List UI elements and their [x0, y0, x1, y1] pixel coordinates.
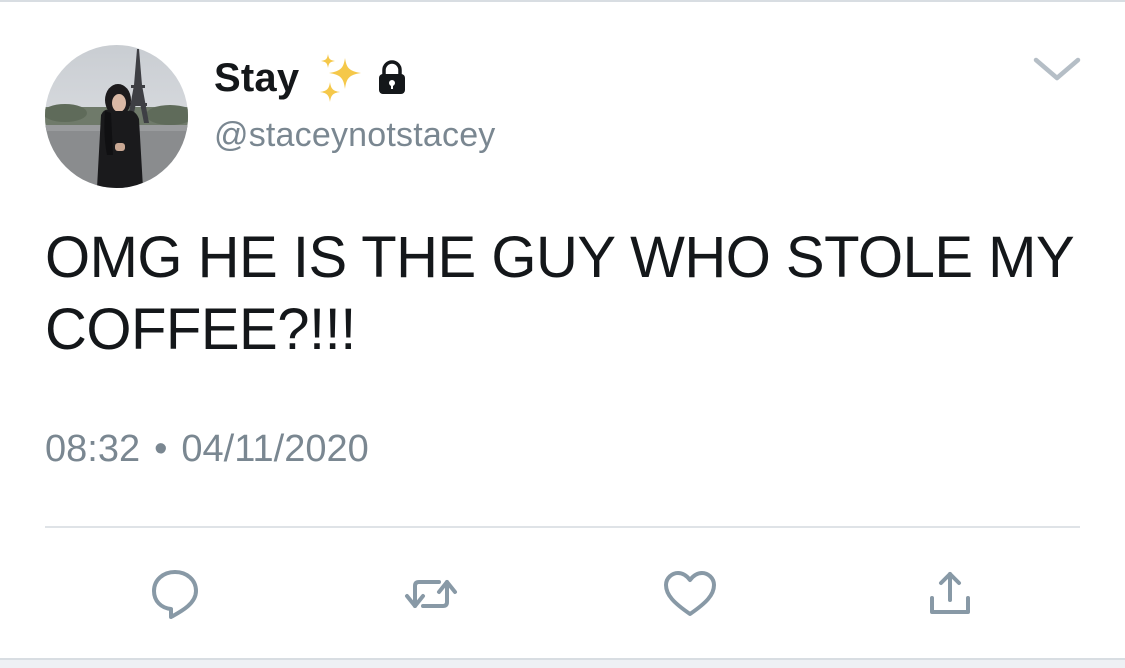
tweet-metadata: 08:32 • 04/11/2020	[45, 428, 369, 471]
lock-icon	[377, 60, 407, 96]
reply-button[interactable]	[147, 566, 203, 622]
retweet-icon	[405, 580, 457, 608]
username[interactable]: @staceynotstacey	[214, 116, 496, 155]
meta-separator: •	[154, 428, 168, 470]
tweet-time: 08:32	[45, 428, 141, 470]
like-button[interactable]	[662, 566, 718, 622]
chevron-down-icon[interactable]	[1030, 52, 1084, 86]
tweet-date: 04/11/2020	[181, 428, 369, 470]
top-border	[0, 0, 1125, 2]
heart-icon	[664, 571, 716, 616]
display-name-row: Stay	[214, 52, 407, 104]
bottom-strip	[0, 658, 1125, 668]
share-icon	[930, 572, 970, 614]
divider	[45, 526, 1080, 528]
tweet-text: OMG HE IS THE GUY WHO STOLE MY COFFEE?!!…	[45, 225, 1074, 362]
reply-icon	[152, 570, 198, 619]
retweet-button[interactable]	[403, 566, 459, 622]
avatar[interactable]	[45, 45, 188, 188]
display-name[interactable]: Stay	[214, 56, 299, 101]
sparkles-icon	[315, 52, 367, 104]
share-button[interactable]	[922, 566, 978, 622]
